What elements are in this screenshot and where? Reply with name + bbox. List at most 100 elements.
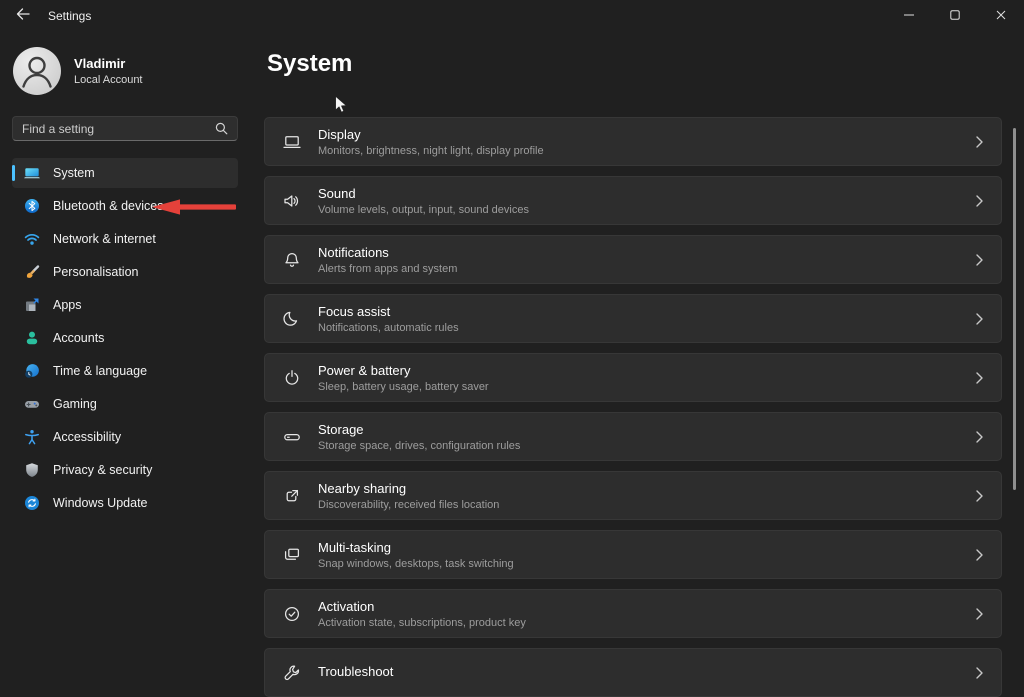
chevron-right-icon [976, 607, 983, 620]
display-icon [281, 131, 303, 153]
chevron-right-icon [976, 371, 983, 384]
card-title: Multi-tasking [318, 539, 391, 555]
back-button[interactable] [6, 3, 40, 29]
chevron-right-icon [976, 666, 983, 679]
card-nearby-sharing[interactable]: Nearby sharing Discoverability, received… [264, 471, 1002, 520]
user-name: Vladimir [74, 56, 126, 71]
apps-icon [24, 297, 40, 313]
card-troubleshoot[interactable]: Troubleshoot [264, 648, 1002, 697]
search-icon [215, 122, 228, 135]
card-subtitle: Storage space, drives, configuration rul… [318, 439, 521, 452]
card-subtitle: Monitors, brightness, night light, displ… [318, 144, 544, 157]
sidebar-item-label: Apps [53, 298, 82, 312]
sidebar-item-label: Accessibility [53, 430, 122, 444]
sidebar-item-bluetooth-devices[interactable]: Bluetooth & devices [12, 191, 238, 221]
sidebar-item-label: Windows Update [53, 496, 148, 510]
sidebar-item-label: Time & language [53, 364, 148, 378]
chevron-right-icon [976, 135, 983, 148]
avatar [13, 47, 61, 95]
chevron-right-icon [976, 430, 983, 443]
sidebar-item-label: System [53, 166, 95, 180]
card-storage[interactable]: Storage Storage space, drives, configura… [264, 412, 1002, 461]
sidebar-item-system[interactable]: System [12, 158, 238, 188]
focus-assist-icon [281, 308, 303, 330]
minimize-icon [904, 7, 914, 25]
card-focus-assist[interactable]: Focus assist Notifications, automatic ru… [264, 294, 1002, 343]
sidebar-item-privacy-security[interactable]: Privacy & security [12, 455, 238, 485]
window-title: Settings [48, 9, 92, 23]
multi-tasking-icon [281, 544, 303, 566]
activation-icon [281, 603, 303, 625]
user-profile[interactable]: Vladimir Local Account [13, 47, 238, 95]
chevron-right-icon [976, 312, 983, 325]
user-text: Vladimir Local Account [74, 56, 143, 86]
main-content: System Display Monitors, brightness, nig… [250, 32, 1024, 697]
sidebar-item-accounts[interactable]: Accounts [12, 323, 238, 353]
card-title: Sound [318, 185, 356, 201]
time-language-icon [24, 363, 40, 379]
card-title: Activation [318, 598, 375, 614]
accessibility-icon [24, 429, 40, 445]
sidebar-item-label: Bluetooth & devices [53, 199, 164, 213]
sidebar-item-time-language[interactable]: Time & language [12, 356, 238, 386]
nearby-sharing-icon [281, 485, 303, 507]
card-title: Notifications [318, 244, 389, 260]
card-subtitle: Sleep, battery usage, battery saver [318, 380, 489, 393]
scrollbar-thumb[interactable] [1013, 128, 1016, 490]
sidebar-item-personalisation[interactable]: Personalisation [12, 257, 238, 287]
card-subtitle: Alerts from apps and system [318, 262, 458, 275]
power-battery-icon [281, 367, 303, 389]
card-title: Storage [318, 421, 364, 437]
sidebar-item-accessibility[interactable]: Accessibility [12, 422, 238, 452]
card-title: Power & battery [318, 362, 411, 378]
sound-icon [281, 190, 303, 212]
sidebar-item-network-internet[interactable]: Network & internet [12, 224, 238, 254]
search-input[interactable] [22, 121, 215, 136]
minimize-button[interactable] [886, 0, 932, 32]
search-box [12, 116, 238, 141]
titlebar: Settings [0, 0, 1024, 32]
maximize-icon [950, 7, 960, 25]
card-subtitle: Activation state, subscriptions, product… [318, 616, 526, 629]
close-icon [996, 7, 1006, 25]
network-icon [24, 231, 40, 247]
card-display[interactable]: Display Monitors, brightness, night ligh… [264, 117, 1002, 166]
card-sound[interactable]: Sound Volume levels, output, input, soun… [264, 176, 1002, 225]
sidebar-item-gaming[interactable]: Gaming [12, 389, 238, 419]
close-button[interactable] [978, 0, 1024, 32]
maximize-button[interactable] [932, 0, 978, 32]
page-title: System [267, 50, 353, 77]
notifications-icon [281, 249, 303, 271]
sidebar-item-label: Network & internet [53, 232, 156, 246]
card-notifications[interactable]: Notifications Alerts from apps and syste… [264, 235, 1002, 284]
sidebar-item-apps[interactable]: Apps [12, 290, 238, 320]
personalisation-icon [24, 264, 40, 280]
chevron-right-icon [976, 489, 983, 502]
sidebar-item-windows-update[interactable]: Windows Update [12, 488, 238, 518]
windows-update-icon [24, 495, 40, 511]
card-subtitle: Volume levels, output, input, sound devi… [318, 203, 529, 216]
chevron-right-icon [976, 253, 983, 266]
card-title: Nearby sharing [318, 480, 407, 496]
back-arrow-icon [16, 7, 30, 26]
storage-icon [281, 426, 303, 448]
settings-window-body: Vladimir Local Account System [0, 32, 1024, 697]
card-activation[interactable]: Activation Activation state, subscriptio… [264, 589, 1002, 638]
sidebar-item-label: Personalisation [53, 265, 139, 279]
sidebar-nav: System Bluetooth & devices Network & int… [12, 158, 238, 518]
sidebar-item-label: Privacy & security [53, 463, 153, 477]
sidebar: Vladimir Local Account System [0, 32, 250, 670]
card-multi-tasking[interactable]: Multi-tasking Snap windows, desktops, ta… [264, 530, 1002, 579]
user-account-type: Local Account [74, 74, 143, 86]
settings-card-list: Display Monitors, brightness, night ligh… [264, 117, 1002, 697]
troubleshoot-icon [281, 662, 303, 684]
privacy-security-icon [24, 462, 40, 478]
selection-indicator [12, 165, 15, 181]
card-subtitle: Discoverability, received files location [318, 498, 500, 511]
card-subtitle: Notifications, automatic rules [318, 321, 459, 334]
accounts-icon [24, 330, 40, 346]
sidebar-item-label: Gaming [53, 397, 97, 411]
card-power-battery[interactable]: Power & battery Sleep, battery usage, ba… [264, 353, 1002, 402]
card-title: Troubleshoot [318, 663, 394, 679]
chevron-right-icon [976, 194, 983, 207]
